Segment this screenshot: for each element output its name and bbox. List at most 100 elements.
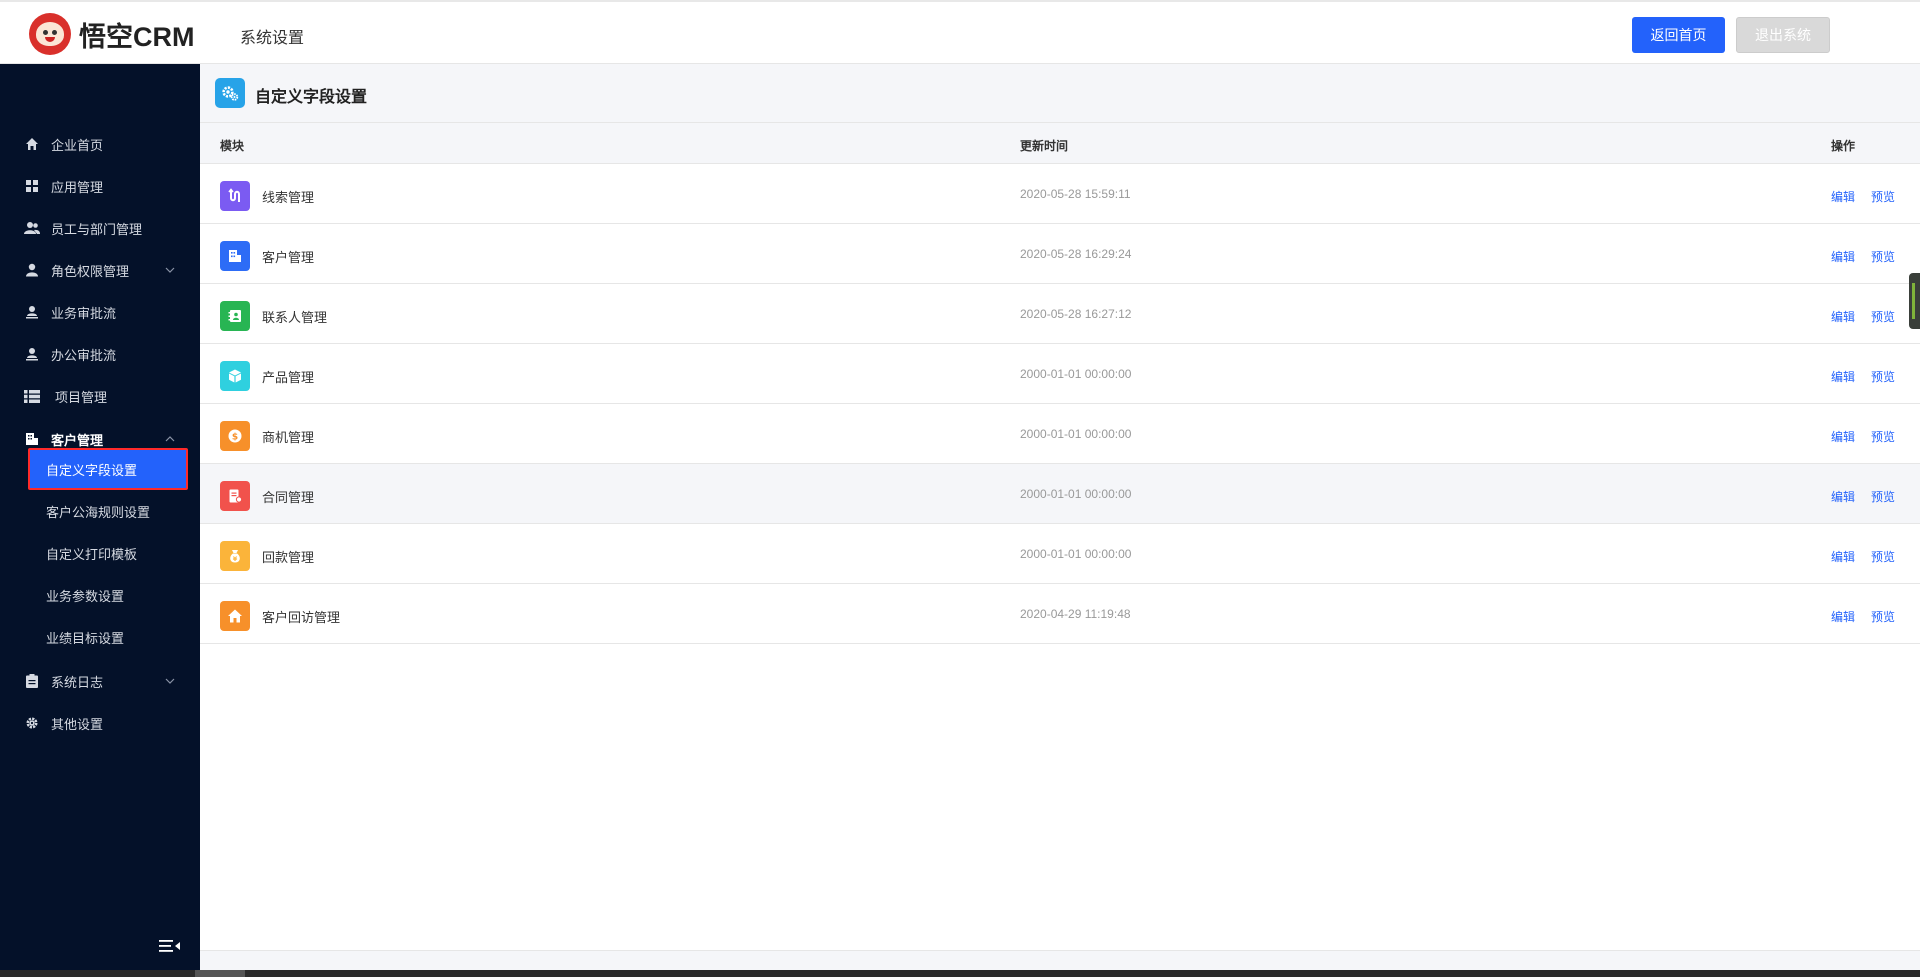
- preview-link[interactable]: 预览: [1871, 308, 1895, 325]
- edit-link[interactable]: 编辑: [1831, 488, 1855, 505]
- column-header-operation: 操作: [1831, 139, 1856, 153]
- update-time: 2020-05-28 16:27:12: [1020, 307, 1132, 321]
- column-header-module: 模块: [220, 139, 245, 153]
- preview-link[interactable]: 预览: [1871, 188, 1895, 205]
- edit-link[interactable]: 编辑: [1831, 308, 1855, 325]
- contact-icon: [220, 301, 250, 331]
- page-header: 自定义字段设置: [200, 64, 1920, 123]
- sub-item-business-params[interactable]: 业务参数设置: [28, 574, 188, 616]
- visit-icon: [220, 601, 250, 631]
- module-name: 线索管理: [262, 190, 315, 205]
- column-header-update-time: 更新时间: [1020, 139, 1069, 153]
- table-header: 模块 更新时间 操作: [200, 123, 1920, 164]
- module-name: 客户回访管理: [262, 610, 341, 625]
- sidebar-item-apps[interactable]: 应用管理: [0, 168, 200, 204]
- sidebar-item-label: 其他设置: [51, 716, 104, 732]
- contract-icon: [220, 481, 250, 511]
- table-row: 合同管理 2000-01-01 00:00:00 编辑 预览: [200, 464, 1920, 524]
- payment-icon: ¥: [220, 541, 250, 571]
- module-name: 联系人管理: [262, 310, 328, 325]
- monkey-logo-icon: [29, 13, 71, 55]
- sidebar-item-system-log[interactable]: 系统日志: [0, 663, 200, 699]
- clipboard-icon: [24, 673, 40, 689]
- list-icon: [24, 388, 40, 404]
- svg-text:¥: ¥: [233, 555, 238, 563]
- update-time: 2000-01-01 00:00:00: [1020, 427, 1132, 441]
- sidebar-item-home[interactable]: 企业首页: [0, 126, 200, 162]
- logo-text: 悟空CRM: [79, 21, 195, 52]
- sidebar-item-roles[interactable]: 角色权限管理: [0, 252, 200, 288]
- preview-link[interactable]: 预览: [1871, 488, 1895, 505]
- sidebar-item-label: 系统日志: [51, 674, 104, 690]
- sidebar-item-label: 角色权限管理: [51, 263, 130, 279]
- sidebar-item-other-settings[interactable]: 其他设置: [0, 705, 200, 741]
- module-name: 回款管理: [262, 550, 315, 565]
- chevron-down-icon: [164, 675, 176, 687]
- update-time: 2000-01-01 00:00:00: [1020, 487, 1132, 501]
- module-name: 商机管理: [262, 430, 315, 445]
- sidebar-item-employees[interactable]: 员工与部门管理: [0, 210, 200, 246]
- update-time: 2020-05-28 16:29:24: [1020, 247, 1132, 261]
- approval-icon: [24, 346, 40, 362]
- product-icon: [220, 361, 250, 391]
- sidebar-item-business-approval[interactable]: 业务审批流: [0, 294, 200, 330]
- preview-link[interactable]: 预览: [1871, 548, 1895, 565]
- leads-icon: [220, 181, 250, 211]
- preview-link[interactable]: 预览: [1871, 368, 1895, 385]
- collapse-sidebar-icon[interactable]: [159, 938, 181, 954]
- table-row: 线索管理 2020-05-28 15:59:11 编辑 预览: [200, 164, 1920, 224]
- sub-item-customer-pool-rules[interactable]: 客户公海规则设置: [28, 490, 188, 532]
- grid-icon: [24, 178, 40, 194]
- sidebar-item-label: 办公审批流: [51, 347, 117, 363]
- sub-item-custom-fields[interactable]: 自定义字段设置: [28, 448, 188, 490]
- chevron-down-icon: [164, 264, 176, 276]
- app-logo[interactable]: 悟空CRM: [29, 13, 195, 55]
- sidebar: 企业首页 应用管理 员工与部门管理 角色权限管理 业务审批流 办公审批流 项目管…: [0, 64, 200, 970]
- sidebar-item-label: 企业首页: [51, 137, 104, 153]
- sidebar-item-label: 项目管理: [55, 389, 108, 405]
- update-time: 2020-04-29 11:19:48: [1020, 607, 1131, 621]
- approval-icon: [24, 304, 40, 320]
- edit-link[interactable]: 编辑: [1831, 548, 1855, 565]
- os-taskbar: [0, 970, 1920, 977]
- building-icon: [24, 431, 40, 447]
- gear-icon: [24, 715, 40, 731]
- table-row: $ 商机管理 2000-01-01 00:00:00 编辑 预览: [200, 404, 1920, 464]
- table-row: ¥ 回款管理 2000-01-01 00:00:00 编辑 预览: [200, 524, 1920, 584]
- table-row: 客户管理 2020-05-28 16:29:24 编辑 预览: [200, 224, 1920, 284]
- preview-link[interactable]: 预览: [1871, 248, 1895, 265]
- page-title: 自定义字段设置: [255, 89, 368, 106]
- back-home-button[interactable]: 返回首页: [1632, 17, 1725, 53]
- exit-system-button[interactable]: 退出系统: [1736, 17, 1830, 53]
- edit-link[interactable]: 编辑: [1831, 428, 1855, 445]
- chevron-up-icon: [164, 433, 176, 445]
- user-icon: [24, 262, 40, 278]
- update-time: 2000-01-01 00:00:00: [1020, 367, 1132, 381]
- sub-item-print-templates[interactable]: 自定义打印模板: [28, 532, 188, 574]
- top-header: 悟空CRM 系统设置 返回首页 退出系统: [0, 0, 1920, 64]
- sidebar-item-label: 客户管理: [51, 432, 104, 448]
- customer-icon: [220, 241, 250, 271]
- opportunity-icon: $: [220, 421, 250, 451]
- module-name: 客户管理: [262, 250, 315, 265]
- edit-link[interactable]: 编辑: [1831, 368, 1855, 385]
- table-row: 产品管理 2000-01-01 00:00:00 编辑 预览: [200, 344, 1920, 404]
- table-row: 联系人管理 2020-05-28 16:27:12 编辑 预览: [200, 284, 1920, 344]
- main-content: 自定义字段设置 模块 更新时间 操作 线索管理 2020-05-28 15:59…: [200, 64, 1920, 970]
- module-name: 产品管理: [262, 370, 315, 385]
- update-time: 2020-05-28 15:59:11: [1020, 187, 1131, 201]
- edit-link[interactable]: 编辑: [1831, 248, 1855, 265]
- home-icon: [24, 136, 40, 152]
- sub-item-performance-targets[interactable]: 业绩目标设置: [28, 616, 188, 658]
- module-name: 合同管理: [262, 490, 315, 505]
- svg-text:$: $: [232, 433, 238, 443]
- preview-link[interactable]: 预览: [1871, 428, 1895, 445]
- edit-link[interactable]: 编辑: [1831, 608, 1855, 625]
- sidebar-item-office-approval[interactable]: 办公审批流: [0, 336, 200, 372]
- preview-link[interactable]: 预览: [1871, 608, 1895, 625]
- edit-link[interactable]: 编辑: [1831, 188, 1855, 205]
- side-drawer-handle[interactable]: [1909, 273, 1920, 329]
- sidebar-item-label: 员工与部门管理: [51, 221, 143, 237]
- settings-gears-icon: [215, 78, 245, 108]
- sidebar-item-projects[interactable]: 项目管理: [0, 378, 200, 414]
